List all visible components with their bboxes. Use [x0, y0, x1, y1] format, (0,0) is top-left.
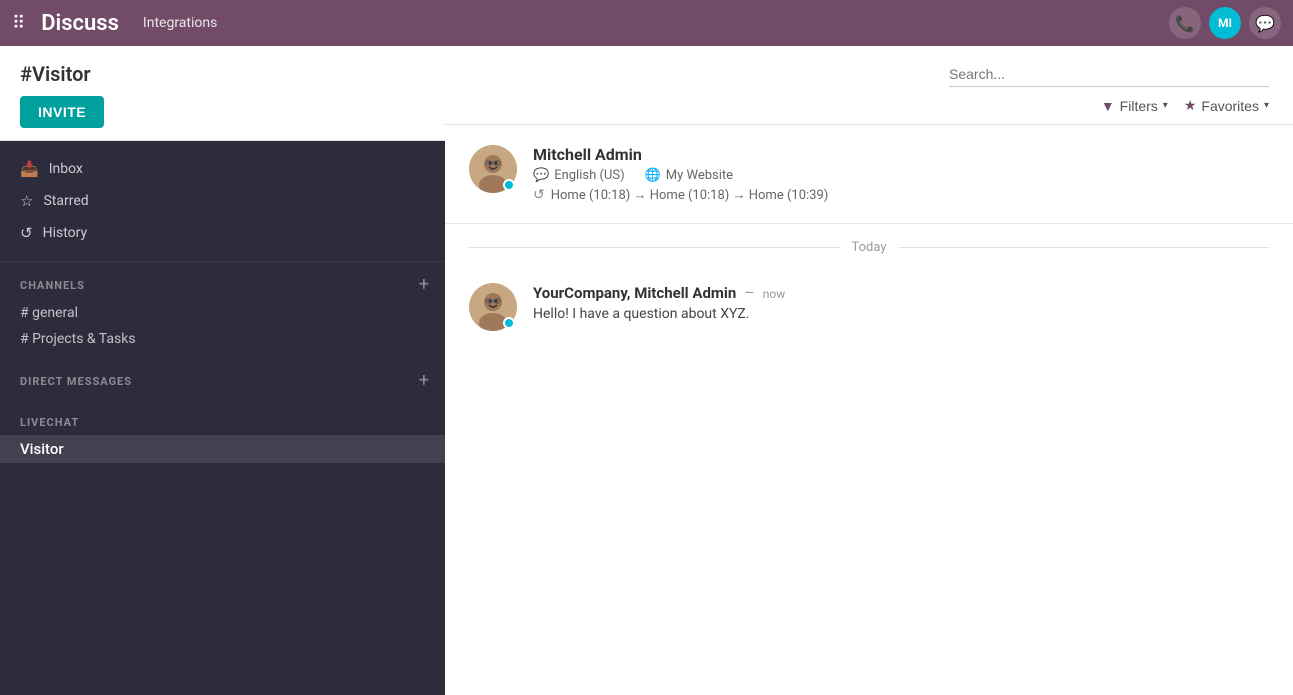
message-sender: YourCompany, Mitchell Admin: [533, 284, 736, 302]
channel-projects-tasks[interactable]: # Projects & Tasks: [0, 326, 445, 352]
chat-icon[interactable]: 💬: [1249, 7, 1281, 39]
visitor-online-status: [503, 179, 515, 191]
sidebar-nav: 📥 Inbox ☆ Starred ↺ History: [0, 141, 445, 262]
user-avatar[interactable]: MI: [1209, 7, 1241, 39]
chat-message: YourCompany, Mitchell Admin – now Hello!…: [445, 271, 1293, 343]
visitor-info-card: Mitchell Admin 💬 English (US) 🌐 My Websi…: [445, 125, 1293, 224]
phone-icon[interactable]: 📞: [1169, 7, 1201, 39]
top-navigation: ⠿ Discuss Integrations 📞 MI 💬: [0, 0, 1293, 46]
direct-messages-header: DIRECT MESSAGES +: [0, 372, 445, 396]
message-time: now: [763, 287, 786, 301]
history-label: History: [43, 225, 88, 241]
starred-label: Starred: [43, 193, 88, 209]
visitor-path: ↺ Home (10:18) → Home (10:18) → Home (10…: [533, 187, 828, 203]
star-filter-icon: ★: [1184, 97, 1197, 114]
integrations-link[interactable]: Integrations: [143, 15, 217, 31]
main-layout: #Visitor INVITE 📥 Inbox ☆ Starred ↺ Hist…: [0, 46, 1293, 695]
visitor-avatar-container: [469, 145, 517, 193]
sidebar-header: #Visitor INVITE: [0, 46, 445, 141]
livechat-section: LIVECHAT Visitor: [0, 402, 445, 469]
message-header: YourCompany, Mitchell Admin – now: [533, 283, 785, 302]
content-area: ▼ Filters ▾ ★ Favorites ▾: [445, 46, 1293, 695]
visitor-meta: 💬 English (US) 🌐 My Website: [533, 168, 828, 183]
channels-title: CHANNELS: [20, 279, 85, 292]
channels-section: CHANNELS + # general # Projects & Tasks: [0, 262, 445, 358]
sidebar-item-history[interactable]: ↺ History: [0, 217, 445, 249]
today-divider: Today: [445, 224, 1293, 271]
inbox-label: Inbox: [49, 161, 83, 177]
message-separator: –: [744, 283, 755, 302]
visitor-language: English (US): [554, 168, 624, 183]
channel-general[interactable]: # general: [0, 300, 445, 326]
search-bar-area: ▼ Filters ▾ ★ Favorites ▾: [445, 46, 1293, 125]
history-path-icon: ↺: [533, 187, 545, 203]
divider-line-left: [469, 247, 840, 248]
divider-line-right: [899, 247, 1270, 248]
sidebar-item-starred[interactable]: ☆ Starred: [0, 185, 445, 217]
channels-section-header: CHANNELS +: [0, 276, 445, 300]
visitor-details: Mitchell Admin 💬 English (US) 🌐 My Websi…: [533, 145, 828, 203]
app-title: Discuss: [41, 11, 119, 36]
inbox-icon: 📥: [20, 160, 39, 178]
add-channel-button[interactable]: +: [419, 276, 429, 294]
message-text: Hello! I have a question about XYZ.: [533, 306, 785, 322]
star-icon: ☆: [20, 192, 33, 210]
sidebar: #Visitor INVITE 📥 Inbox ☆ Starred ↺ Hist…: [0, 46, 445, 695]
grid-icon[interactable]: ⠿: [12, 13, 25, 34]
channel-title: #Visitor: [20, 62, 425, 86]
globe-icon: 🌐: [645, 168, 661, 183]
chat-bubble-icon: 💬: [533, 168, 549, 183]
visitor-name: Mitchell Admin: [533, 145, 828, 164]
livechat-title: LIVECHAT: [0, 416, 445, 435]
filters-button[interactable]: ▼ Filters ▾: [1101, 98, 1168, 114]
favorites-button[interactable]: ★ Favorites ▾: [1184, 97, 1269, 114]
today-label: Today: [852, 240, 887, 255]
message-sender-online-status: [503, 317, 515, 329]
visitor-website: My Website: [666, 168, 733, 183]
language-meta: 💬 English (US): [533, 168, 625, 183]
history-icon: ↺: [20, 224, 33, 242]
visitor-path-text: Home (10:18) → Home (10:18) → Home (10:3…: [551, 187, 829, 203]
message-avatar-container: [469, 283, 517, 331]
direct-messages-section: DIRECT MESSAGES +: [0, 358, 445, 402]
sidebar-item-inbox[interactable]: 📥 Inbox: [0, 153, 445, 185]
livechat-visitor[interactable]: Visitor: [0, 435, 445, 463]
filter-icon: ▼: [1101, 98, 1115, 114]
message-body: YourCompany, Mitchell Admin – now Hello!…: [533, 283, 785, 322]
website-meta: 🌐 My Website: [645, 168, 733, 183]
add-direct-message-button[interactable]: +: [419, 372, 429, 390]
search-input[interactable]: [949, 62, 1269, 87]
invite-button[interactable]: INVITE: [20, 96, 104, 128]
direct-messages-title: DIRECT MESSAGES: [20, 375, 132, 388]
